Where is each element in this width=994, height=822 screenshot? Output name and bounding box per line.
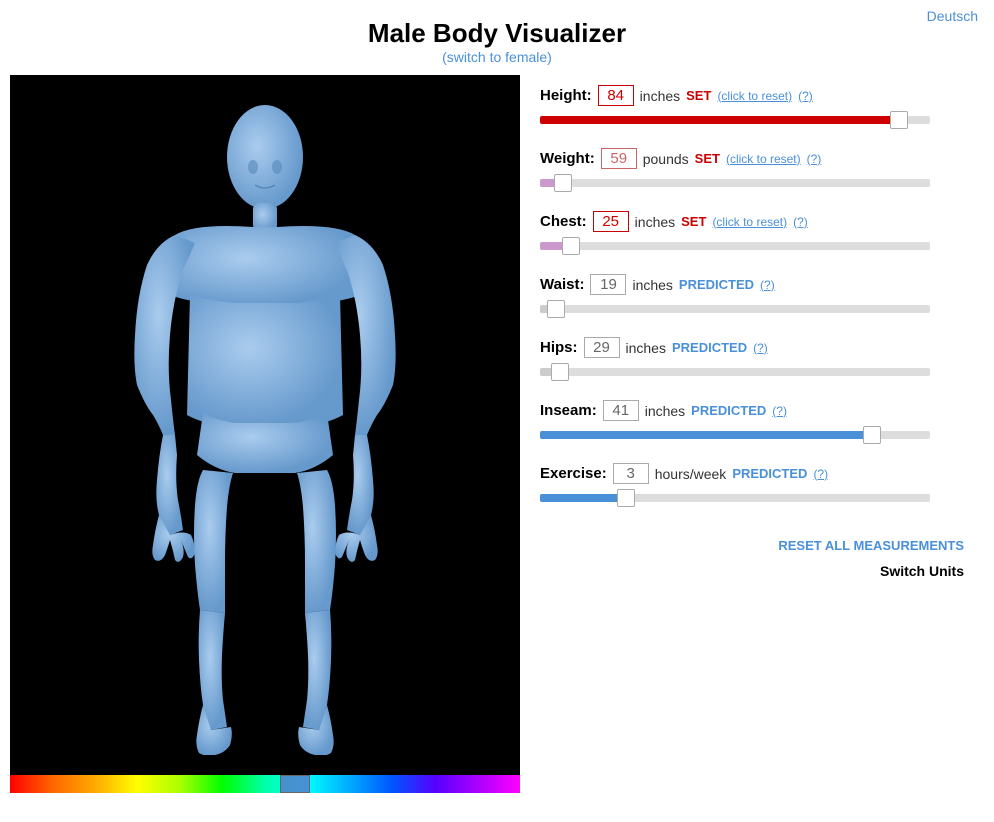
weight-row: Weight: 59 pounds SET (click to reset) (… — [540, 148, 964, 193]
height-value[interactable]: 84 — [598, 85, 634, 106]
waist-unit: inches — [632, 277, 672, 293]
language-link[interactable]: Deutsch — [927, 8, 978, 24]
switch-gender-link[interactable]: (switch to female) — [442, 49, 552, 65]
hips-slider-thumb[interactable] — [551, 363, 569, 381]
exercise-slider-container — [540, 488, 930, 508]
switch-units-button[interactable]: Switch Units — [540, 563, 964, 579]
main-content: Height: 84 inches SET (click to reset) (… — [0, 75, 994, 793]
waist-help-link[interactable]: (?) — [760, 278, 775, 292]
hips-value[interactable]: 29 — [584, 337, 620, 358]
chest-slider-container — [540, 236, 930, 256]
inseam-row: Inseam: 41 inches PREDICTED (?) — [540, 400, 964, 445]
height-status: SET — [686, 88, 711, 103]
exercise-unit: hours/week — [655, 466, 727, 482]
weight-reset-link[interactable]: (click to reset) — [726, 152, 801, 166]
inseam-value[interactable]: 41 — [603, 400, 639, 421]
hips-row: Hips: 29 inches PREDICTED (?) — [540, 337, 964, 382]
header: Male Body Visualizer (switch to female) — [0, 0, 994, 75]
exercise-row: Exercise: 3 hours/week PREDICTED (?) — [540, 463, 964, 508]
weight-value[interactable]: 59 — [601, 148, 637, 169]
color-bar — [10, 775, 520, 793]
exercise-status: PREDICTED — [732, 466, 807, 481]
weight-label: Weight: — [540, 150, 595, 167]
bottom-buttons: RESET ALL MEASUREMENTS Switch Units — [540, 538, 964, 579]
inseam-slider-thumb[interactable] — [863, 426, 881, 444]
chest-value[interactable]: 25 — [593, 211, 629, 232]
exercise-value[interactable]: 3 — [613, 463, 649, 484]
weight-help-link[interactable]: (?) — [807, 152, 822, 166]
color-bar-thumb[interactable] — [280, 775, 310, 793]
height-slider-thumb[interactable] — [890, 111, 908, 129]
exercise-slider-fill — [540, 494, 626, 502]
weight-slider-track[interactable] — [540, 179, 930, 187]
controls-panel: Height: 84 inches SET (click to reset) (… — [520, 75, 984, 793]
waist-label: Waist: — [540, 276, 584, 293]
waist-slider-track[interactable] — [540, 305, 930, 313]
height-help-link[interactable]: (?) — [798, 89, 813, 103]
height-row: Height: 84 inches SET (click to reset) (… — [540, 85, 964, 130]
inseam-slider-track[interactable] — [540, 431, 930, 439]
weight-slider-container — [540, 173, 930, 193]
exercise-slider-track[interactable] — [540, 494, 930, 502]
body-figure — [10, 75, 520, 775]
exercise-help-link[interactable]: (?) — [813, 467, 828, 481]
hips-slider-track[interactable] — [540, 368, 930, 376]
inseam-slider-container — [540, 425, 930, 445]
exercise-slider-thumb[interactable] — [617, 489, 635, 507]
height-slider-track[interactable] — [540, 116, 930, 124]
waist-value[interactable]: 19 — [590, 274, 626, 295]
body-svg — [115, 95, 415, 755]
body-canvas — [10, 75, 520, 775]
chest-slider-track[interactable] — [540, 242, 930, 250]
chest-label: Chest: — [540, 213, 587, 230]
waist-status: PREDICTED — [679, 277, 754, 292]
inseam-unit: inches — [645, 403, 685, 419]
weight-unit: pounds — [643, 151, 689, 167]
waist-slider-container — [540, 299, 930, 319]
chest-help-link[interactable]: (?) — [793, 215, 808, 229]
chest-slider-thumb[interactable] — [562, 237, 580, 255]
hips-status: PREDICTED — [672, 340, 747, 355]
hips-help-link[interactable]: (?) — [753, 341, 768, 355]
viewer-panel — [10, 75, 520, 793]
chest-status: SET — [681, 214, 706, 229]
inseam-status: PREDICTED — [691, 403, 766, 418]
height-unit: inches — [640, 88, 680, 104]
chest-reset-link[interactable]: (click to reset) — [712, 215, 787, 229]
inseam-help-link[interactable]: (?) — [772, 404, 787, 418]
height-slider-fill — [540, 116, 899, 124]
page-title: Male Body Visualizer — [0, 18, 994, 49]
exercise-label: Exercise: — [540, 465, 607, 482]
hips-unit: inches — [626, 340, 666, 356]
height-slider-container — [540, 110, 930, 130]
inseam-slider-fill — [540, 431, 872, 439]
waist-slider-thumb[interactable] — [547, 300, 565, 318]
height-reset-link[interactable]: (click to reset) — [717, 89, 792, 103]
hips-label: Hips: — [540, 339, 578, 356]
waist-row: Waist: 19 inches PREDICTED (?) — [540, 274, 964, 319]
weight-status: SET — [695, 151, 720, 166]
hips-slider-container — [540, 362, 930, 382]
chest-unit: inches — [635, 214, 675, 230]
weight-slider-thumb[interactable] — [554, 174, 572, 192]
chest-row: Chest: 25 inches SET (click to reset) (?… — [540, 211, 964, 256]
inseam-label: Inseam: — [540, 402, 597, 419]
reset-all-button[interactable]: RESET ALL MEASUREMENTS — [540, 538, 964, 553]
height-label: Height: — [540, 87, 592, 104]
